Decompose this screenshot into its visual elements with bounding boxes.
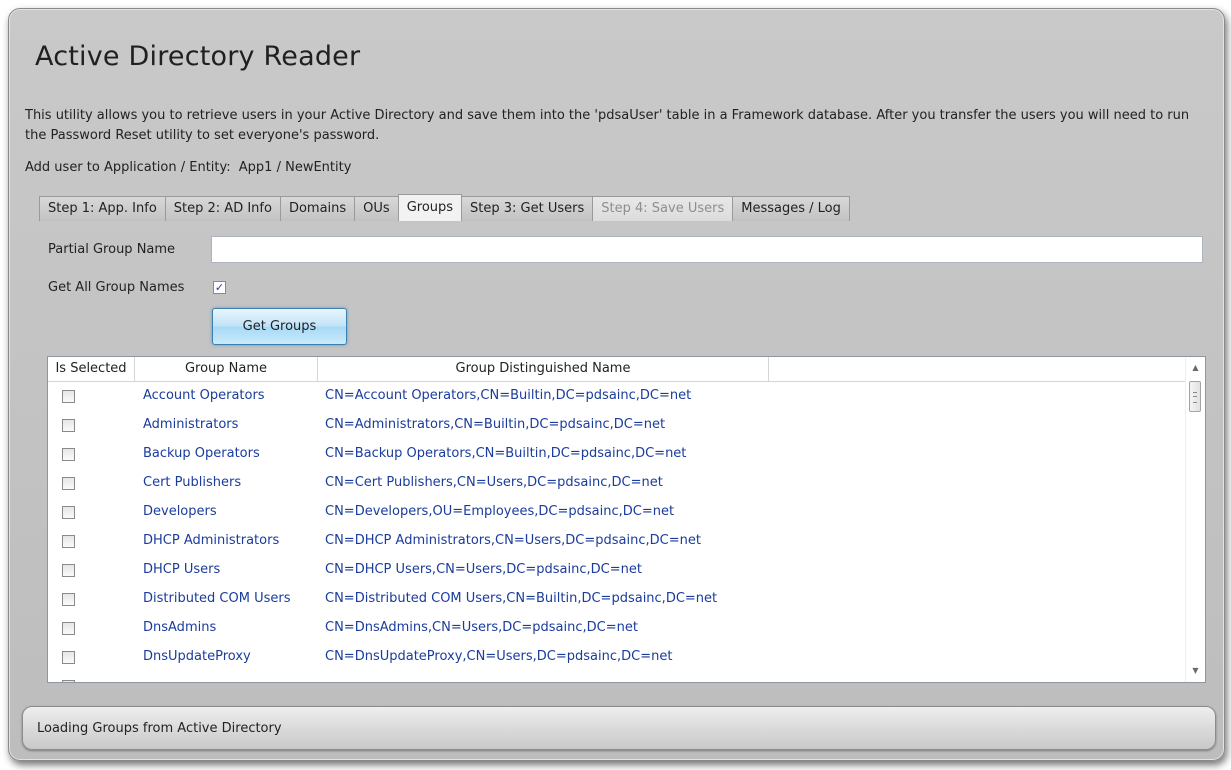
description-text: This utility allows you to retrieve user…: [25, 108, 1190, 143]
tab-step2-ad-info[interactable]: Step 2: AD Info: [164, 196, 281, 221]
tab-ous[interactable]: OUs: [354, 196, 399, 221]
grid-header: Is Selected Group Name Group Distinguish…: [48, 357, 1186, 382]
tab-strip: Step 1: App. Info Step 2: AD Info Domain…: [39, 194, 850, 221]
table-row[interactable]: Administrators CN=Administrators,CN=Buil…: [48, 411, 1186, 440]
group-name-cell: Distributed COM Users: [143, 591, 291, 606]
group-dn-cell: CN=Account Operators,CN=Builtin,DC=pdsai…: [325, 388, 692, 403]
group-name-cell: Backup Operators: [143, 446, 260, 461]
grid-vertical-scrollbar[interactable]: ▲ ▼: [1185, 357, 1205, 682]
chevron-up-icon[interactable]: ▲: [1186, 359, 1205, 377]
group-dn-cell: CN=Backup Operators,CN=Builtin,DC=pdsain…: [325, 446, 687, 461]
group-name-cell: Account Operators: [143, 388, 265, 403]
column-header-group-name[interactable]: Group Name: [135, 357, 318, 381]
row-select-checkbox[interactable]: [62, 651, 75, 664]
group-dn-cell: CN=Administrators,CN=Builtin,DC=pdsainc,…: [325, 417, 666, 432]
partial-group-name-input[interactable]: [211, 236, 1203, 263]
scrollbar-thumb[interactable]: [1189, 381, 1201, 412]
table-row[interactable]: Backup Operators CN=Backup Operators,CN=…: [48, 440, 1186, 469]
group-dn-cell: CN=DnsUpdateProxy,CN=Users,DC=pdsainc,DC…: [325, 649, 673, 664]
table-row[interactable]: DHCP Users CN=DHCP Users,CN=Users,DC=pds…: [48, 556, 1186, 585]
entity-value: App1 / NewEntity: [238, 160, 352, 175]
row-select-checkbox[interactable]: [62, 506, 75, 519]
group-dn-cell: CN=Developers,OU=Employees,DC=pdsainc,DC…: [325, 504, 675, 519]
tab-groups[interactable]: Groups: [397, 194, 463, 221]
column-header-group-dn[interactable]: Group Distinguished Name: [318, 357, 769, 381]
column-header-is-selected[interactable]: Is Selected: [48, 357, 135, 381]
group-dn-cell: CN=Distributed COM Users,CN=Builtin,DC=p…: [325, 591, 718, 606]
group-name-cell: Administrators: [143, 417, 239, 432]
table-row[interactable]: Distributed COM Users CN=Distributed COM…: [48, 585, 1186, 614]
partial-group-name-label: Partial Group Name: [48, 242, 176, 257]
tab-step1-app-info[interactable]: Step 1: App. Info: [39, 196, 166, 221]
tab-step3-get-users[interactable]: Step 3: Get Users: [461, 196, 594, 221]
chevron-down-icon[interactable]: ▼: [1186, 662, 1205, 680]
main-window: Active Directory Reader This utility all…: [8, 8, 1225, 761]
get-all-group-names-checkbox[interactable]: ✓: [213, 281, 226, 294]
get-groups-button[interactable]: Get Groups: [212, 308, 347, 345]
table-row[interactable]: Cert Publishers CN=Cert Publishers,CN=Us…: [48, 469, 1186, 498]
row-select-checkbox[interactable]: [62, 535, 75, 548]
group-name-cell: DnsAdmins: [143, 620, 217, 635]
group-dn-cell: CN=Cert Publishers,CN=Users,DC=pdsainc,D…: [325, 475, 663, 490]
row-select-checkbox[interactable]: [62, 593, 75, 606]
row-select-checkbox[interactable]: [62, 622, 75, 635]
entity-label: Add user to Application / Entity:: [25, 160, 231, 175]
grip-icon: [1193, 392, 1197, 403]
row-select-checkbox[interactable]: [62, 448, 75, 461]
group-dn-cell: CN=DHCP Administrators,CN=Users,DC=pdsai…: [325, 533, 701, 548]
table-row[interactable]: Account Operators CN=Account Operators,C…: [48, 382, 1186, 411]
groups-tab-panel: Partial Group Name Get All Group Names ✓…: [39, 220, 1214, 692]
table-row[interactable]: DHCP Administrators CN=DHCP Administrato…: [48, 527, 1186, 556]
get-all-group-names-label: Get All Group Names: [48, 280, 185, 295]
row-select-checkbox[interactable]: [62, 564, 75, 577]
group-name-cell: Developers: [143, 504, 217, 519]
table-row[interactable]: DnsAdmins CN=DnsAdmins,CN=Users,DC=pdsai…: [48, 614, 1186, 643]
status-bar: Loading Groups from Active Directory: [22, 706, 1216, 750]
tab-domains[interactable]: Domains: [279, 196, 356, 221]
group-name-cell: Cert Publishers: [143, 475, 242, 490]
tab-step4-save-users: Step 4: Save Users: [592, 196, 734, 221]
page-title: Active Directory Reader: [35, 41, 361, 72]
table-row[interactable]: DnsUpdateProxy CN=DnsUpdateProxy,CN=User…: [48, 643, 1186, 672]
groups-grid: Is Selected Group Name Group Distinguish…: [47, 356, 1206, 683]
tab-messages-log[interactable]: Messages / Log: [732, 196, 850, 221]
group-name-cell: DHCP Users: [143, 562, 221, 577]
row-select-checkbox[interactable]: [62, 419, 75, 432]
table-row-partial[interactable]: [48, 672, 1186, 682]
status-text: Loading Groups from Active Directory: [37, 721, 282, 736]
group-dn-cell: CN=DnsAdmins,CN=Users,DC=pdsainc,DC=net: [325, 620, 638, 635]
group-name-cell: DHCP Administrators: [143, 533, 280, 548]
grid-rows: Account Operators CN=Account Operators,C…: [48, 382, 1186, 682]
table-row[interactable]: Developers CN=Developers,OU=Employees,DC…: [48, 498, 1186, 527]
group-name-cell: DnsUpdateProxy: [143, 649, 251, 664]
row-select-checkbox[interactable]: [62, 680, 75, 682]
row-select-checkbox[interactable]: [62, 390, 75, 403]
checkmark-icon: ✓: [214, 281, 225, 294]
row-select-checkbox[interactable]: [62, 477, 75, 490]
group-dn-cell: CN=DHCP Users,CN=Users,DC=pdsainc,DC=net: [325, 562, 642, 577]
entity-line: Add user to Application / Entity: App1 /…: [25, 160, 351, 175]
